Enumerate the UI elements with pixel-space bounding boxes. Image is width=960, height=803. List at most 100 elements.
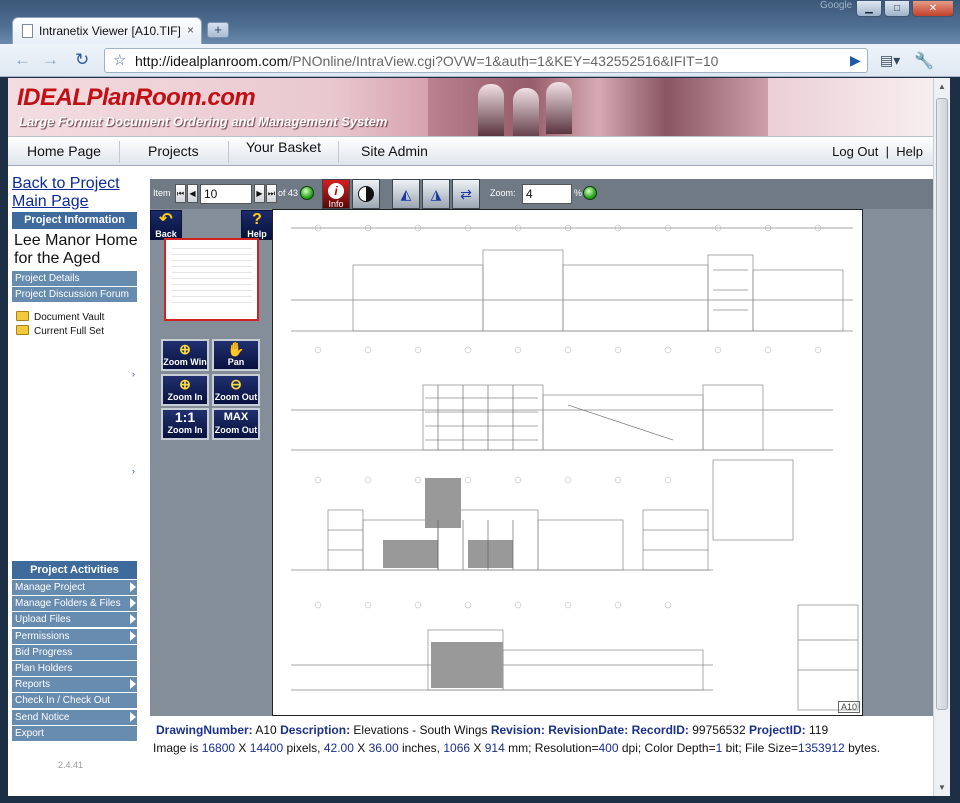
zoom-window-tool[interactable]: ⊕ Zoom Win <box>161 339 209 371</box>
help-button[interactable]: ? Help <box>241 210 273 240</box>
info-button[interactable]: i Info <box>322 179 350 209</box>
activity-link[interactable]: Bid Progress <box>12 644 137 660</box>
drawing-canvas[interactable]: A10 <box>272 209 863 716</box>
reload-icon[interactable]: ↻ <box>75 50 89 70</box>
flip-icon: ⇄ <box>460 186 472 202</box>
project-details-link[interactable]: Project Details <box>12 271 137 286</box>
expand-arrow-icon[interactable] <box>130 630 136 641</box>
image-is-label: Image is <box>153 741 199 755</box>
menu-projects[interactable]: Projects <box>148 143 199 159</box>
close-tab-icon[interactable]: × <box>187 23 194 37</box>
scroll-thumb[interactable] <box>936 98 948 710</box>
max-label: Zoom Out <box>214 425 258 435</box>
maximize-button[interactable]: □ <box>884 0 910 17</box>
bookmark-star-icon[interactable]: ☆ <box>113 51 126 69</box>
pan-tool[interactable]: ✋ Pan <box>212 339 260 371</box>
chevron-right-icon[interactable]: › <box>132 466 135 476</box>
minimize-button[interactable]: ▁ <box>856 0 882 17</box>
expand-arrow-icon[interactable] <box>130 582 136 592</box>
flip-button[interactable]: ⇄ <box>452 179 480 209</box>
activity-link[interactable]: Permissions <box>12 628 137 644</box>
rotate-right-button[interactable]: ◮ <box>422 179 450 209</box>
menu-right: Log Out | Help <box>832 144 923 159</box>
max-zoom-out-tool[interactable]: MAX Zoom Out <box>212 408 260 440</box>
discussion-forum-link[interactable]: Project Discussion Forum <box>12 287 137 302</box>
scroll-down-icon[interactable]: ▼ <box>938 783 946 792</box>
activity-label: Manage Folders & Files <box>15 598 121 610</box>
site-banner: IDEALPlanRoom.com Large Format Document … <box>8 78 933 140</box>
bytes-unit: bytes. <box>848 741 881 755</box>
menu-separator: | <box>885 144 890 159</box>
scroll-up-icon[interactable]: ▲ <box>938 82 946 91</box>
logout-link[interactable]: Log Out <box>832 144 878 159</box>
page-menu-icon[interactable]: ▤▾ <box>880 52 900 69</box>
address-bar[interactable]: ☆ http://idealplanroom.com/PNOnline/Intr… <box>104 48 868 73</box>
activity-label: Bid Progress <box>15 646 73 658</box>
activity-link[interactable]: Export <box>12 725 137 741</box>
color-depth-label: dpi; Color Depth= <box>621 741 716 755</box>
back-to-project-link[interactable]: Back to Project Main Page <box>12 175 136 211</box>
max-glyph: MAX <box>223 411 249 423</box>
expand-arrow-icon[interactable] <box>130 598 136 609</box>
activity-link[interactable]: Manage Project <box>12 580 137 595</box>
folder-document-vault[interactable]: Document Vault <box>16 311 104 323</box>
zoom-input[interactable]: 4 <box>522 184 572 204</box>
viewer-toolbar: Item ⏮ ◀ 10 ▶ ⏭ of 43 i Info ◭ ◮ ⇄ Zoom: … <box>150 179 933 209</box>
banner-figure <box>546 82 572 134</box>
rotate-left-button[interactable]: ◭ <box>392 179 420 209</box>
activity-link[interactable]: Plan Holders <box>12 661 137 676</box>
vertical-scrollbar[interactable]: ▲ ▼ <box>933 78 950 796</box>
expand-arrow-icon[interactable] <box>130 711 136 722</box>
project-id-label: ProjectID: <box>748 723 806 737</box>
close-window-button[interactable]: ✕ <box>912 0 954 17</box>
pixel-height: 14400 <box>249 741 284 755</box>
activity-link[interactable]: Upload Files <box>12 612 137 628</box>
page-thumbnail[interactable] <box>164 238 259 321</box>
apply-zoom-button[interactable] <box>583 186 597 200</box>
menu-home[interactable]: Home Page <box>27 143 101 159</box>
resolution-value: 400 <box>598 741 619 755</box>
activity-label: Plan Holders <box>15 663 73 674</box>
menu-basket[interactable]: Your Basket <box>246 139 321 155</box>
inch-width: 42.00 <box>323 741 354 755</box>
back-arrow-icon[interactable]: ← <box>14 50 31 70</box>
menu-site-admin[interactable]: Site Admin <box>361 143 428 159</box>
wrench-icon[interactable]: 🔧 <box>914 51 934 71</box>
zoom-label: Zoom: <box>490 188 516 198</box>
item-number-input[interactable]: 10 <box>200 184 252 204</box>
back-button[interactable]: ↶ Back <box>150 210 182 240</box>
go-item-button[interactable] <box>300 186 314 200</box>
site-logo[interactable]: IDEALPlanRoom.com <box>17 84 256 112</box>
activity-link[interactable]: Reports <box>12 677 137 693</box>
zoom-in-tool[interactable]: ⊕ Zoom In <box>161 374 209 406</box>
zoom-out-tool[interactable]: ⊖ Zoom Out <box>212 374 260 406</box>
url-host: http://idealplanroom.com <box>135 53 289 69</box>
last-page-button[interactable]: ⏭ <box>266 184 277 203</box>
info-icon: i <box>328 183 344 199</box>
help-link[interactable]: Help <box>896 144 923 159</box>
expand-arrow-icon[interactable] <box>130 679 136 690</box>
go-icon[interactable]: ▶ <box>850 52 861 69</box>
first-page-button[interactable]: ⏮ <box>175 184 186 203</box>
activity-link[interactable]: Manage Folders & Files <box>12 596 137 612</box>
activity-link[interactable]: Send Notice <box>12 709 137 725</box>
expand-arrow-icon[interactable] <box>130 614 136 625</box>
forward-arrow-icon[interactable]: → <box>42 50 59 70</box>
next-page-button[interactable]: ▶ <box>254 184 265 203</box>
activity-link[interactable]: Check In / Check Out <box>12 693 137 709</box>
project-name: Lee Manor Home for the Aged <box>14 232 138 267</box>
browser-tab[interactable]: Intranetix Viewer [A10.TIF] × <box>12 17 202 44</box>
browser-titlebar: Intranetix Viewer [A10.TIF] × + Google ▁… <box>0 0 960 44</box>
project-id: 119 <box>809 723 829 737</box>
contrast-button[interactable] <box>352 179 380 209</box>
tab-title: Intranetix Viewer [A10.TIF] <box>39 24 181 38</box>
chevron-right-icon[interactable]: › <box>132 369 135 379</box>
times-sign: X <box>357 741 366 755</box>
new-tab-button[interactable]: + <box>207 22 229 38</box>
google-label: Google <box>820 0 853 11</box>
folder-current-full-set[interactable]: Current Full Set <box>16 325 104 337</box>
actual-size-tool[interactable]: 1:1 Zoom In <box>161 408 209 440</box>
activity-label: Reports <box>15 679 51 691</box>
version-label: 2.4.41 <box>58 760 84 770</box>
prev-page-button[interactable]: ◀ <box>187 184 198 203</box>
